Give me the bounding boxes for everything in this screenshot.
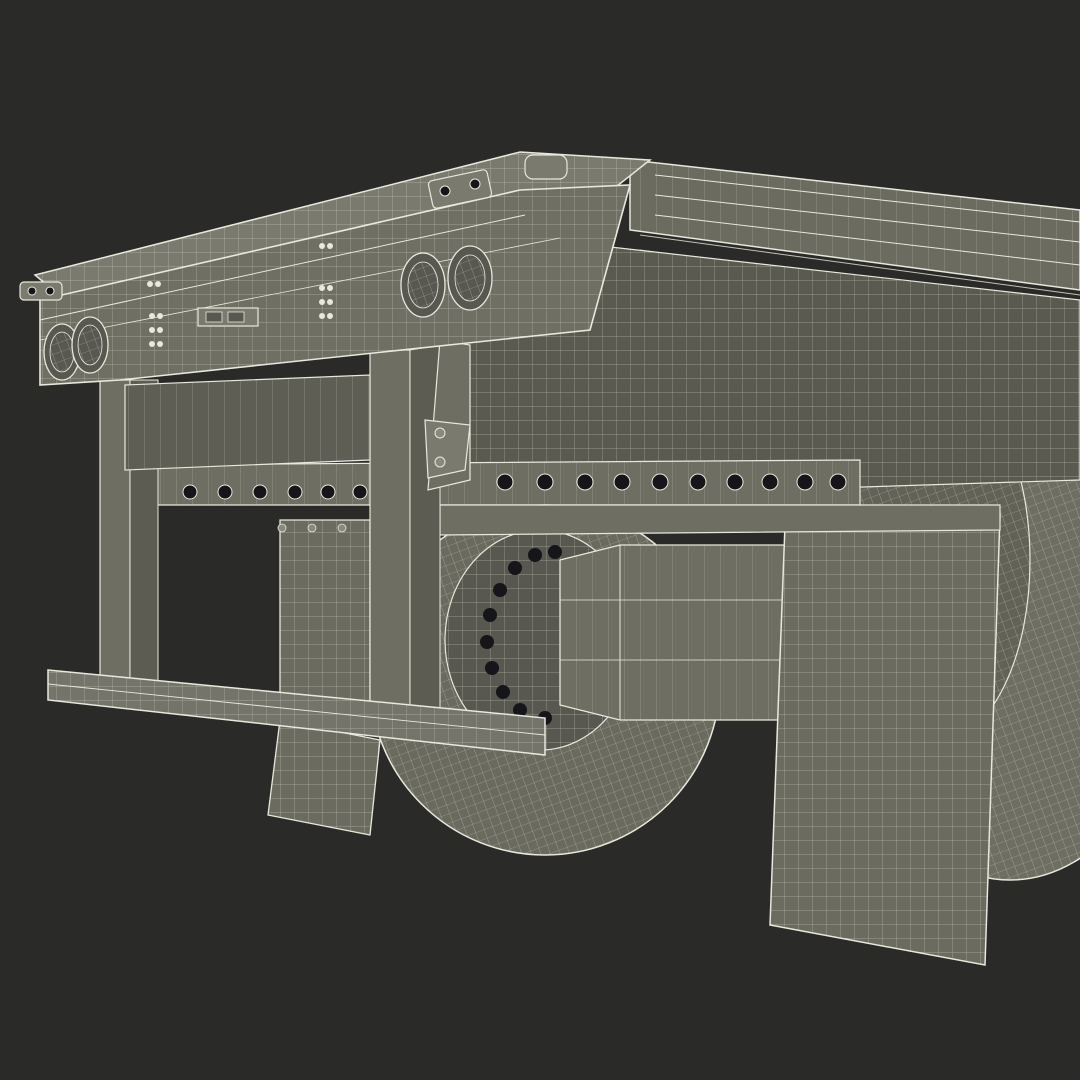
tail-light-right-inner bbox=[400, 252, 446, 318]
trailer-wireframe-render bbox=[19, 151, 1080, 966]
hinge-bracket bbox=[424, 419, 471, 479]
tail-light-left-inner bbox=[71, 316, 109, 374]
license-plate-light bbox=[197, 307, 259, 327]
axle-hub bbox=[559, 544, 791, 721]
mud-flap-right bbox=[769, 514, 1001, 966]
tail-light-right-outer bbox=[447, 245, 493, 311]
mud-flap-left bbox=[267, 519, 381, 836]
mud-flap-bracket bbox=[439, 504, 1001, 536]
corner-lamp-left bbox=[19, 281, 63, 301]
